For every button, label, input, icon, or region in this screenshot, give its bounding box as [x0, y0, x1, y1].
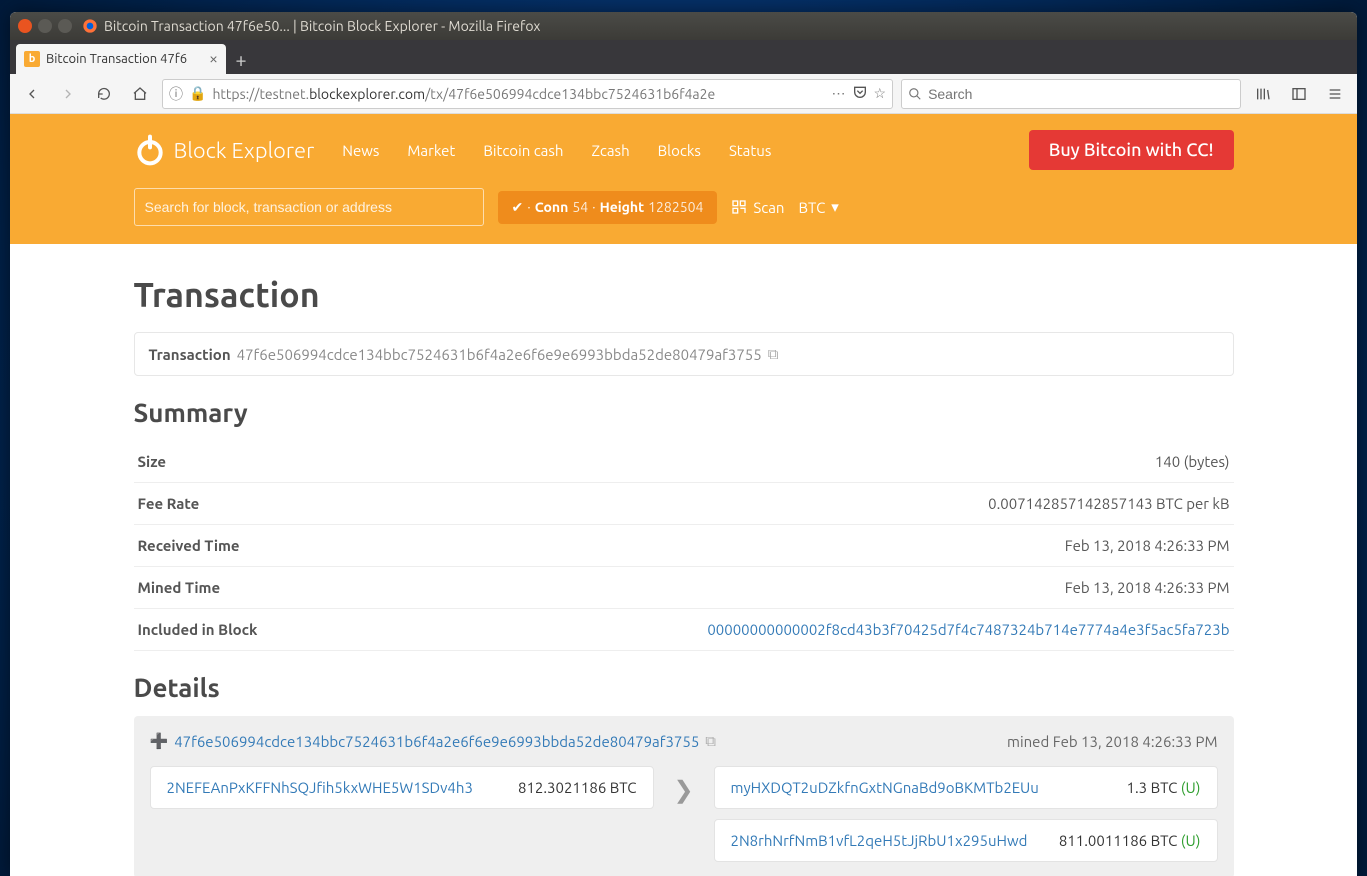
page-title: Transaction: [134, 276, 1234, 314]
browser-toolbar: ⓘ 🔒 https://testnet.blockexplorer.com/tx…: [10, 74, 1357, 114]
outputs-column: myHXDQT2uDZkfnGxtNGnaBd9oBKMTb2EUu 1.3 B…: [714, 766, 1218, 862]
tx-label: Transaction: [149, 346, 231, 363]
window-maximize-button[interactable]: [58, 19, 72, 33]
page-actions-icon[interactable]: ⋯: [832, 85, 846, 102]
copy-icon[interactable]: ⧉: [768, 345, 779, 363]
nav-bitcoin-cash[interactable]: Bitcoin cash: [483, 142, 563, 159]
search-icon: [908, 87, 922, 101]
table-row: Included in Block00000000000002f8cd43b3f…: [134, 609, 1234, 651]
connection-status: ✔ · Conn 54 · Height 1282504: [498, 191, 718, 224]
reload-button[interactable]: [90, 80, 118, 108]
search-input[interactable]: [928, 86, 1234, 102]
summary-heading: Summary: [134, 398, 1234, 427]
check-icon: ✔: [512, 199, 524, 216]
output-address-link[interactable]: myHXDQT2uDZkfnGxtNGnaBd9oBKMTb2EUu: [731, 779, 1039, 796]
output-address-link[interactable]: 2N8rhNrfNmB1vfL2qeH5tJjRbU1x295uHwd: [731, 832, 1028, 849]
table-row: Mined TimeFeb 13, 2018 4:26:33 PM: [134, 567, 1234, 609]
menu-button[interactable]: [1321, 80, 1349, 108]
bookmark-star-icon[interactable]: ☆: [874, 85, 887, 102]
details-card: ➕ 47f6e506994cdce134bbc7524631b6f4a2e6f6…: [134, 716, 1234, 876]
site-search-input[interactable]: [134, 188, 484, 226]
scan-button[interactable]: Scan: [731, 199, 784, 216]
browser-tab[interactable]: b Bitcoin Transaction 47f6 ×: [16, 44, 226, 74]
new-tab-button[interactable]: +: [226, 44, 256, 74]
main-content: Transaction Transaction 47f6e506994cdce1…: [114, 244, 1254, 876]
details-heading: Details: [134, 673, 1234, 702]
logo-text: Block Explorer: [174, 138, 315, 163]
summary-table: Size140 (bytes) Fee Rate0.00714285714285…: [134, 441, 1234, 651]
window-close-button[interactable]: [18, 19, 32, 33]
library-button[interactable]: [1249, 80, 1277, 108]
expand-icon[interactable]: ➕: [150, 732, 169, 750]
nav-status[interactable]: Status: [729, 142, 771, 159]
tab-title: Bitcoin Transaction 47f6: [46, 52, 203, 66]
tab-strip: b Bitcoin Transaction 47f6 × +: [10, 40, 1357, 74]
table-row: Received TimeFeb 13, 2018 4:26:33 PM: [134, 525, 1234, 567]
url-text: https://testnet.blockexplorer.com/tx/47f…: [212, 86, 825, 102]
window-title: Bitcoin Transaction 47f6e50... | Bitcoin…: [104, 18, 540, 34]
tab-favicon-icon: b: [24, 51, 40, 67]
window-titlebar: Bitcoin Transaction 47f6e50... | Bitcoin…: [10, 12, 1357, 40]
nav-market[interactable]: Market: [407, 142, 455, 159]
input-amount: 812.3021186 BTC: [518, 779, 637, 796]
table-row: Fee Rate0.007142857142857143 BTC per kB: [134, 483, 1234, 525]
buy-bitcoin-button[interactable]: Buy Bitcoin with CC!: [1029, 130, 1234, 170]
output-amount: 1.3 BTC (U): [1127, 779, 1201, 796]
address-bar[interactable]: ⓘ 🔒 https://testnet.blockexplorer.com/tx…: [162, 79, 893, 109]
site-header: Block Explorer News Market Bitcoin cash …: [10, 114, 1357, 244]
lock-icon: 🔒: [189, 85, 206, 102]
block-link[interactable]: 00000000000002f8cd43b3f70425d7f4c7487324…: [707, 621, 1229, 638]
home-button[interactable]: [126, 80, 154, 108]
chevron-down-icon: ▾: [831, 198, 839, 216]
transaction-hash-box: Transaction 47f6e506994cdce134bbc7524631…: [134, 332, 1234, 376]
table-row: Size140 (bytes): [134, 441, 1234, 483]
input-box: 2NEFEAnPxKFFNhSQJfih5kxWHE5W1SDv4h3 812.…: [150, 766, 654, 809]
back-button[interactable]: [18, 80, 46, 108]
nav-blocks[interactable]: Blocks: [658, 142, 701, 159]
mined-time-label: mined Feb 13, 2018 4:26:33 PM: [1007, 733, 1217, 750]
output-amount: 811.0011186 BTC (U): [1059, 832, 1201, 849]
nav-news[interactable]: News: [342, 142, 379, 159]
window-minimize-button[interactable]: [38, 19, 52, 33]
firefox-icon: [82, 18, 98, 34]
tab-close-icon[interactable]: ×: [209, 51, 218, 67]
site-logo[interactable]: Block Explorer: [134, 134, 315, 166]
search-bar[interactable]: [901, 79, 1241, 109]
pocket-icon[interactable]: [852, 84, 868, 103]
input-address-link[interactable]: 2NEFEAnPxKFFNhSQJfih5kxWHE5W1SDv4h3: [167, 779, 473, 796]
sidebar-button[interactable]: [1285, 80, 1313, 108]
firefox-window: Bitcoin Transaction 47f6e50... | Bitcoin…: [10, 12, 1357, 876]
nav-links: News Market Bitcoin cash Zcash Blocks St…: [342, 142, 771, 159]
page-viewport: Block Explorer News Market Bitcoin cash …: [10, 114, 1357, 876]
details-tx-link[interactable]: 47f6e506994cdce134bbc7524631b6f4a2e6f6e9…: [174, 733, 699, 750]
copy-icon[interactable]: ⧉: [705, 732, 716, 750]
forward-button[interactable]: [54, 80, 82, 108]
currency-dropdown[interactable]: BTC ▾: [799, 198, 839, 216]
logo-icon: [134, 134, 166, 166]
tx-hash: 47f6e506994cdce134bbc7524631b6f4a2e6f6e9…: [237, 346, 762, 363]
inputs-column: 2NEFEAnPxKFFNhSQJfih5kxWHE5W1SDv4h3 812.…: [150, 766, 654, 809]
info-icon[interactable]: ⓘ: [169, 84, 183, 104]
output-box: 2N8rhNrfNmB1vfL2qeH5tJjRbU1x295uHwd 811.…: [714, 819, 1218, 862]
nav-zcash[interactable]: Zcash: [591, 142, 629, 159]
arrow-icon: ❯: [664, 766, 704, 804]
watermark: Armedi: [1272, 842, 1355, 872]
output-box: myHXDQT2uDZkfnGxtNGnaBd9oBKMTb2EUu 1.3 B…: [714, 766, 1218, 809]
qr-icon: [731, 199, 747, 215]
